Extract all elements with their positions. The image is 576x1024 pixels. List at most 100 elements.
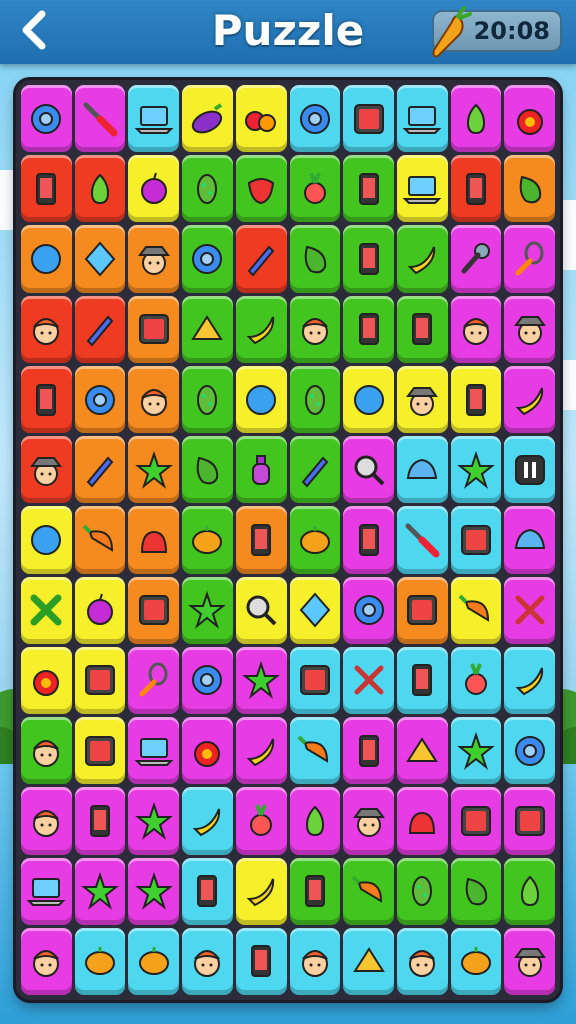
tile[interactable]: [74, 225, 126, 293]
tile[interactable]: [504, 436, 555, 504]
tile[interactable]: [128, 85, 180, 153]
tile[interactable]: [343, 787, 394, 855]
tile[interactable]: [450, 506, 502, 574]
tile[interactable]: [74, 857, 126, 925]
tile[interactable]: [289, 927, 341, 995]
tile[interactable]: [289, 365, 341, 434]
tile[interactable]: [128, 857, 180, 925]
tile[interactable]: [182, 787, 233, 855]
tile[interactable]: [343, 155, 394, 223]
tile[interactable]: [396, 787, 448, 855]
tile[interactable]: [289, 646, 341, 715]
tile[interactable]: [396, 717, 448, 785]
tile[interactable]: [450, 646, 502, 715]
tile[interactable]: [128, 717, 180, 785]
tile[interactable]: [182, 646, 233, 715]
tile[interactable]: [450, 927, 502, 995]
tile[interactable]: [235, 295, 287, 363]
tile[interactable]: [289, 506, 341, 574]
tile[interactable]: [504, 576, 555, 644]
tile[interactable]: [289, 717, 341, 785]
tile[interactable]: [396, 85, 448, 153]
tile[interactable]: [343, 225, 394, 293]
tile[interactable]: [504, 506, 555, 574]
tile[interactable]: [235, 225, 287, 293]
tile[interactable]: [128, 927, 180, 995]
tile[interactable]: [235, 717, 287, 785]
tile[interactable]: [289, 85, 341, 153]
tile[interactable]: [235, 857, 287, 925]
tile[interactable]: [128, 787, 180, 855]
tile[interactable]: [343, 85, 394, 153]
tile[interactable]: [235, 365, 287, 434]
tile[interactable]: [289, 295, 341, 363]
tile[interactable]: [21, 576, 72, 644]
tile[interactable]: [504, 155, 555, 223]
tile[interactable]: [182, 436, 233, 504]
tile[interactable]: [21, 857, 72, 925]
tile[interactable]: [235, 155, 287, 223]
tile[interactable]: [21, 787, 72, 855]
tile[interactable]: [128, 295, 180, 363]
tile[interactable]: [21, 295, 72, 363]
tile[interactable]: [21, 155, 72, 223]
tile[interactable]: [74, 506, 126, 574]
tile[interactable]: [21, 646, 72, 715]
tile[interactable]: [343, 576, 394, 644]
tile[interactable]: [450, 576, 502, 644]
tile[interactable]: [128, 155, 180, 223]
tile[interactable]: [182, 506, 233, 574]
tile[interactable]: [450, 365, 502, 434]
tile[interactable]: [396, 576, 448, 644]
tile[interactable]: [504, 787, 555, 855]
tile[interactable]: [21, 717, 72, 785]
tile[interactable]: [343, 436, 394, 504]
tile[interactable]: [21, 85, 72, 153]
tile[interactable]: [450, 857, 502, 925]
tile[interactable]: [182, 155, 233, 223]
tile[interactable]: [74, 436, 126, 504]
tile[interactable]: [235, 506, 287, 574]
tile[interactable]: [128, 646, 180, 715]
tile[interactable]: [289, 155, 341, 223]
tile[interactable]: [396, 646, 448, 715]
tile[interactable]: [450, 295, 502, 363]
tile[interactable]: [450, 85, 502, 153]
tile[interactable]: [182, 295, 233, 363]
tile[interactable]: [504, 927, 555, 995]
tile[interactable]: [182, 365, 233, 434]
tile[interactable]: [396, 155, 448, 223]
tile[interactable]: [235, 787, 287, 855]
tile[interactable]: [235, 85, 287, 153]
tile[interactable]: [504, 365, 555, 434]
tile[interactable]: [235, 927, 287, 995]
tile[interactable]: [396, 857, 448, 925]
tile[interactable]: [74, 927, 126, 995]
tile[interactable]: [504, 295, 555, 363]
tile[interactable]: [21, 225, 72, 293]
tile[interactable]: [21, 506, 72, 574]
tile[interactable]: [396, 436, 448, 504]
tile[interactable]: [74, 787, 126, 855]
tile[interactable]: [343, 365, 394, 434]
tile[interactable]: [182, 717, 233, 785]
tile[interactable]: [504, 225, 555, 293]
tile[interactable]: [235, 436, 287, 504]
tile[interactable]: [128, 436, 180, 504]
tile[interactable]: [182, 225, 233, 293]
tile[interactable]: [450, 717, 502, 785]
tile[interactable]: [343, 646, 394, 715]
tile[interactable]: [450, 225, 502, 293]
tile[interactable]: [504, 857, 555, 925]
tile[interactable]: [128, 506, 180, 574]
tile[interactable]: [182, 857, 233, 925]
tile[interactable]: [396, 295, 448, 363]
tile[interactable]: [182, 576, 233, 644]
tile[interactable]: [74, 365, 126, 434]
tile[interactable]: [504, 717, 555, 785]
tile[interactable]: [74, 576, 126, 644]
tile[interactable]: [289, 576, 341, 644]
tile[interactable]: [343, 717, 394, 785]
tile[interactable]: [128, 365, 180, 434]
tile[interactable]: [450, 155, 502, 223]
